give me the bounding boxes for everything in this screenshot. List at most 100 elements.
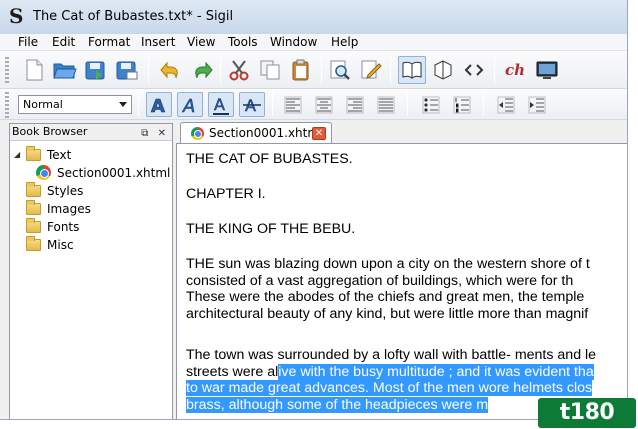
text-line: architectural beauty of any kind, but we…	[186, 305, 589, 322]
bold-icon[interactable]: A	[146, 92, 172, 117]
text-line: THE KING OF THE BEBU.	[186, 221, 356, 237]
tree-folder-label: Fonts	[47, 219, 80, 234]
increase-indent-icon[interactable]	[524, 92, 550, 117]
italic-icon[interactable]: A	[177, 92, 203, 117]
selected-text: to war made great advances. Most of the …	[186, 380, 593, 396]
selected-text: brass, although some of the headpieces w…	[186, 396, 489, 413]
edit-metadata-icon[interactable]	[357, 56, 385, 84]
window-title: The Cat of Bubastes.txt* - Sigil	[33, 9, 234, 24]
svg-text:A: A	[182, 96, 195, 116]
text-line: consisted of a vast aggregation of build…	[186, 272, 574, 289]
toolbar-separator	[148, 56, 149, 84]
align-center-icon[interactable]	[311, 92, 337, 117]
menu-help[interactable]: Help	[331, 35, 358, 49]
menu-edit[interactable]: Edit	[52, 35, 75, 49]
sigil-app-icon: S	[9, 4, 24, 28]
toolbar-separator	[390, 56, 391, 84]
watermark-logo: t180	[538, 398, 636, 428]
toolbar-separator	[272, 92, 273, 116]
justify-icon[interactable]	[373, 92, 399, 117]
tree-folder-label: Text	[47, 147, 72, 162]
toolbar-separator	[220, 56, 221, 84]
xhtml-file-icon	[191, 126, 204, 140]
text-line: THE sun was blazing down upon a city on …	[186, 256, 590, 272]
paste-icon[interactable]	[287, 56, 315, 84]
text-line: CHAPTER I.	[186, 186, 266, 202]
tree-folder-misc[interactable]: Misc	[26, 235, 74, 253]
xhtml-file-icon	[36, 165, 51, 180]
menu-tools[interactable]: Tools	[228, 35, 258, 49]
tree-folder-text[interactable]: ◢ Text	[14, 145, 72, 163]
underline-icon[interactable]: A	[208, 92, 234, 117]
svg-text:ch: ch	[505, 61, 525, 79]
chevron-down-icon	[119, 102, 127, 107]
svg-text:A: A	[151, 96, 165, 116]
copy-icon[interactable]	[256, 56, 284, 84]
paragraph-style-select[interactable]: Normal	[18, 95, 132, 114]
tab-section0001[interactable]: Section0001.xhtml ✕	[180, 122, 332, 143]
text-line: The town was surrounded by a lofty wall …	[186, 347, 597, 363]
text-line: brass, although some of the headpieces w…	[186, 396, 596, 414]
menu-insert[interactable]: Insert	[141, 35, 175, 49]
preview-icon[interactable]	[533, 56, 561, 84]
tree-file-section0001[interactable]: Section0001.xhtml	[36, 164, 170, 181]
align-right-icon[interactable]	[342, 92, 368, 117]
selected-text: ive with the busy multitude ; and it was…	[278, 363, 594, 380]
tree-folder-fonts[interactable]: Fonts	[26, 217, 80, 235]
toolbar-separator	[321, 56, 322, 84]
numbered-list-icon[interactable]	[449, 92, 475, 117]
book-browser-panel: Book Browser ⧉ ✕ ◢ Text Section0001.xhtm…	[9, 123, 173, 419]
bullet-list-icon[interactable]	[418, 92, 444, 117]
svg-text:A: A	[214, 95, 225, 114]
open-folder-icon[interactable]	[51, 56, 79, 84]
undo-icon[interactable]	[157, 56, 185, 84]
paragraph-body-1: THE sun was blazing down upon a city on …	[186, 256, 590, 322]
tree-folder-label: Images	[47, 201, 91, 216]
decrease-indent-icon[interactable]	[493, 92, 519, 117]
tree-collapse-icon[interactable]: ◢	[14, 150, 26, 159]
toolbar-separator	[483, 92, 484, 116]
new-file-icon[interactable]	[20, 56, 48, 84]
tree-folder-styles[interactable]: Styles	[26, 181, 84, 199]
editor-tab-strip: Section0001.xhtml ✕	[176, 121, 627, 143]
save-as-icon[interactable]	[113, 56, 141, 84]
toolbar-separator	[494, 56, 495, 84]
save-icon[interactable]	[82, 56, 110, 84]
toolbar-grip[interactable]	[5, 57, 9, 83]
book-browser-header: Book Browser ⧉ ✕	[10, 124, 172, 141]
find-replace-icon[interactable]	[326, 56, 354, 84]
cut-icon[interactable]	[225, 56, 253, 84]
folder-icon	[26, 235, 41, 251]
tree-folder-label: Styles	[47, 183, 84, 198]
paragraph-body-2: The town was surrounded by a lofty wall …	[186, 347, 596, 413]
format-toolbar: Normal A A A A	[0, 89, 627, 120]
panel-float-close-buttons[interactable]: ⧉ ✕	[141, 126, 169, 142]
toolbar-grip[interactable]	[5, 92, 9, 118]
tab-label: Section0001.xhtml	[209, 126, 323, 140]
code-view-icon[interactable]	[460, 56, 488, 84]
align-left-icon[interactable]	[280, 92, 306, 117]
toolbar-separator	[138, 92, 139, 116]
text-line: streets were alive with the busy multitu…	[186, 363, 594, 380]
folder-icon	[26, 145, 41, 161]
menu-view[interactable]: View	[187, 35, 215, 49]
spellcheck-icon[interactable]: ch	[502, 56, 530, 84]
strikethrough-icon[interactable]: A	[239, 92, 265, 117]
menu-window[interactable]: Window	[270, 35, 317, 49]
text-line: to war made great advances. Most of the …	[186, 380, 596, 397]
paragraph-style-value: Normal	[23, 98, 63, 111]
title-bar: S The Cat of Bubastes.txt* - Sigil	[0, 0, 627, 34]
tree-folder-label: Misc	[47, 237, 74, 252]
book-browser-title: Book Browser	[12, 125, 88, 138]
folder-icon	[26, 199, 41, 215]
menu-format[interactable]: Format	[88, 35, 130, 49]
split-view-icon[interactable]	[429, 56, 457, 84]
menu-file[interactable]: File	[18, 35, 38, 49]
book-view-editor[interactable]: THE CAT OF BUBASTES. CHAPTER I. THE KING…	[176, 143, 627, 419]
book-view-icon[interactable]	[398, 56, 426, 84]
paragraph-heading: THE KING OF THE BEBU.	[186, 221, 355, 238]
tree-folder-images[interactable]: Images	[26, 199, 91, 217]
close-icon[interactable]: ✕	[312, 127, 326, 140]
redo-icon[interactable]	[188, 56, 216, 84]
text-line: These were the abodes of the chiefs and …	[186, 289, 585, 305]
